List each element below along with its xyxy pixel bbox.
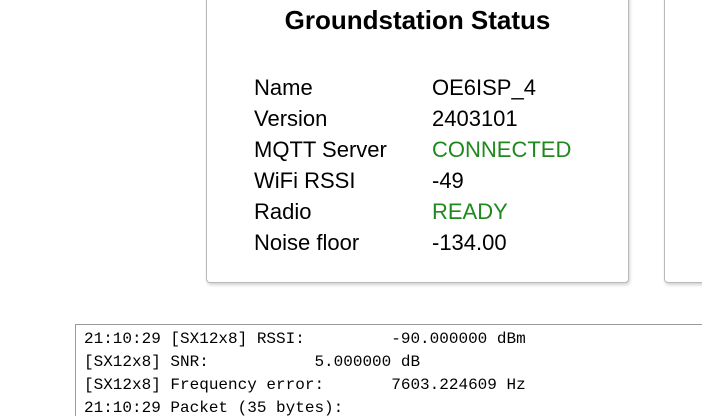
status-row-version: Version 2403101 bbox=[254, 103, 571, 134]
status-value: 2403101 bbox=[432, 106, 518, 131]
status-label: Version bbox=[254, 106, 328, 131]
status-label: MQTT Server bbox=[254, 137, 387, 162]
status-label: Radio bbox=[254, 199, 312, 224]
adjacent-card bbox=[664, 0, 702, 283]
radio-status-value: READY bbox=[432, 199, 508, 224]
status-row-mqtt-server: MQTT Server CONNECTED bbox=[254, 134, 571, 165]
console-log[interactable]: 21:10:29 [SX12x8] RSSI: -90.000000 dBm [… bbox=[75, 324, 702, 416]
log-line: 21:10:29 [SX12x8] RSSI: -90.000000 dBm bbox=[84, 330, 526, 348]
groundstation-status-card: Groundstation Status Name OE6ISP_4 Versi… bbox=[206, 0, 629, 283]
mqtt-status-value: CONNECTED bbox=[432, 137, 572, 162]
log-line: [SX12x8] Frequency error: 7603.224609 Hz bbox=[84, 376, 526, 394]
status-row-radio: Radio READY bbox=[254, 196, 571, 227]
card-title: Groundstation Status bbox=[284, 5, 551, 35]
status-row-name: Name OE6ISP_4 bbox=[254, 72, 571, 103]
log-line: 21:10:29 Packet (35 bytes): bbox=[84, 399, 344, 416]
status-table: Name OE6ISP_4 Version 2403101 MQTT Serve… bbox=[254, 72, 571, 258]
status-label: WiFi RSSI bbox=[254, 168, 356, 193]
status-value: OE6ISP_4 bbox=[432, 75, 536, 100]
log-line: [SX12x8] SNR: 5.000000 dB bbox=[84, 353, 421, 371]
status-value: -49 bbox=[432, 168, 464, 193]
status-label: Name bbox=[254, 75, 313, 100]
status-label: Noise floor bbox=[254, 230, 360, 255]
status-value: -134.00 bbox=[432, 230, 507, 255]
status-row-noise-floor: Noise floor -134.00 bbox=[254, 227, 571, 258]
status-row-wifi-rssi: WiFi RSSI -49 bbox=[254, 165, 571, 196]
